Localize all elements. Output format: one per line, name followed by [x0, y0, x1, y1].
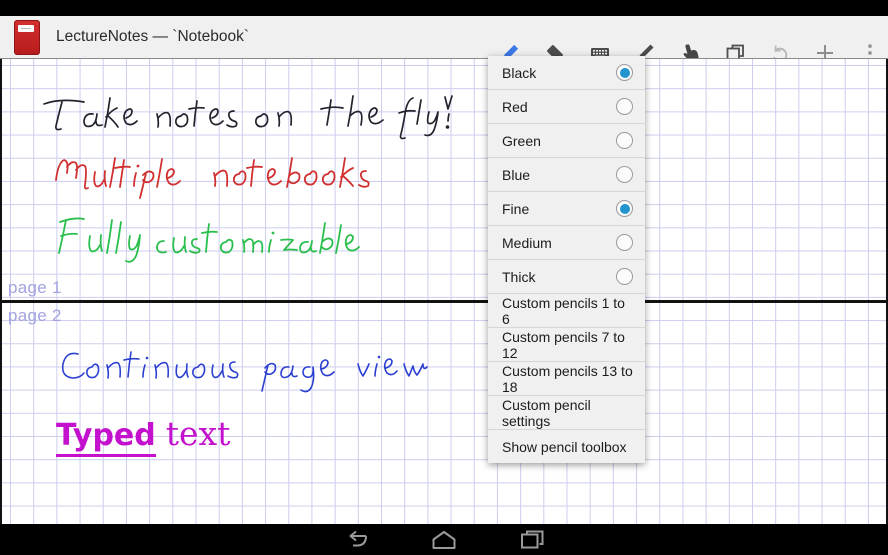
menu-item-medium[interactable]: Medium: [488, 226, 645, 260]
handwritten-note-green: [59, 218, 359, 261]
menu-item-show-pencil-toolbox[interactable]: Show pencil toolbox: [488, 430, 645, 463]
menu-item-red[interactable]: Red: [488, 90, 645, 124]
radio-fine[interactable]: [616, 200, 633, 217]
menu-item-black[interactable]: Black: [488, 56, 645, 90]
radio-blue[interactable]: [616, 166, 633, 183]
handwritten-note-blue: [63, 352, 427, 392]
action-bar: LectureNotes — `Notebook`: [0, 16, 888, 59]
menu-item-custom-pencil-settings[interactable]: Custom pencil settings: [488, 396, 645, 430]
pencil-dropdown-menu: Black Red Green Blue Fine Medium Thick: [488, 56, 645, 463]
radio-green[interactable]: [616, 132, 633, 149]
menu-item-custom-pencils-1-6[interactable]: Custom pencils 1 to 6: [488, 294, 645, 328]
typed-text-serif: text: [166, 414, 231, 453]
menu-item-thick[interactable]: Thick: [488, 260, 645, 294]
lecturenotes-notebook-icon: [14, 20, 40, 55]
android-navigation-bar: [0, 524, 888, 555]
home-icon[interactable]: [430, 529, 458, 551]
menu-item-blue[interactable]: Blue: [488, 158, 645, 192]
menu-item-custom-pencils-7-12[interactable]: Custom pencils 7 to 12: [488, 328, 645, 362]
menu-item-custom-pencils-13-18[interactable]: Custom pencils 13 to 18: [488, 362, 645, 396]
back-icon[interactable]: [342, 529, 370, 551]
lecturenotes-app-window: LectureNotes — `Notebook`: [0, 0, 888, 555]
menu-item-green[interactable]: Green: [488, 124, 645, 158]
radio-medium[interactable]: [616, 234, 633, 251]
typed-text-bold-underlined: Typed: [56, 418, 156, 457]
typed-text-sample: Typedtext: [56, 414, 230, 453]
radio-black[interactable]: [616, 64, 633, 81]
app-title: LectureNotes — `Notebook`: [56, 28, 249, 46]
handwritten-note-red: [56, 158, 369, 198]
menu-item-fine[interactable]: Fine: [488, 192, 645, 226]
radio-red[interactable]: [616, 98, 633, 115]
recents-icon[interactable]: [518, 529, 546, 551]
notebook-canvas[interactable]: page 1 page 2: [0, 58, 888, 525]
radio-thick[interactable]: [616, 268, 633, 285]
handwritten-note-black: [44, 96, 452, 139]
status-bar: [0, 0, 888, 16]
